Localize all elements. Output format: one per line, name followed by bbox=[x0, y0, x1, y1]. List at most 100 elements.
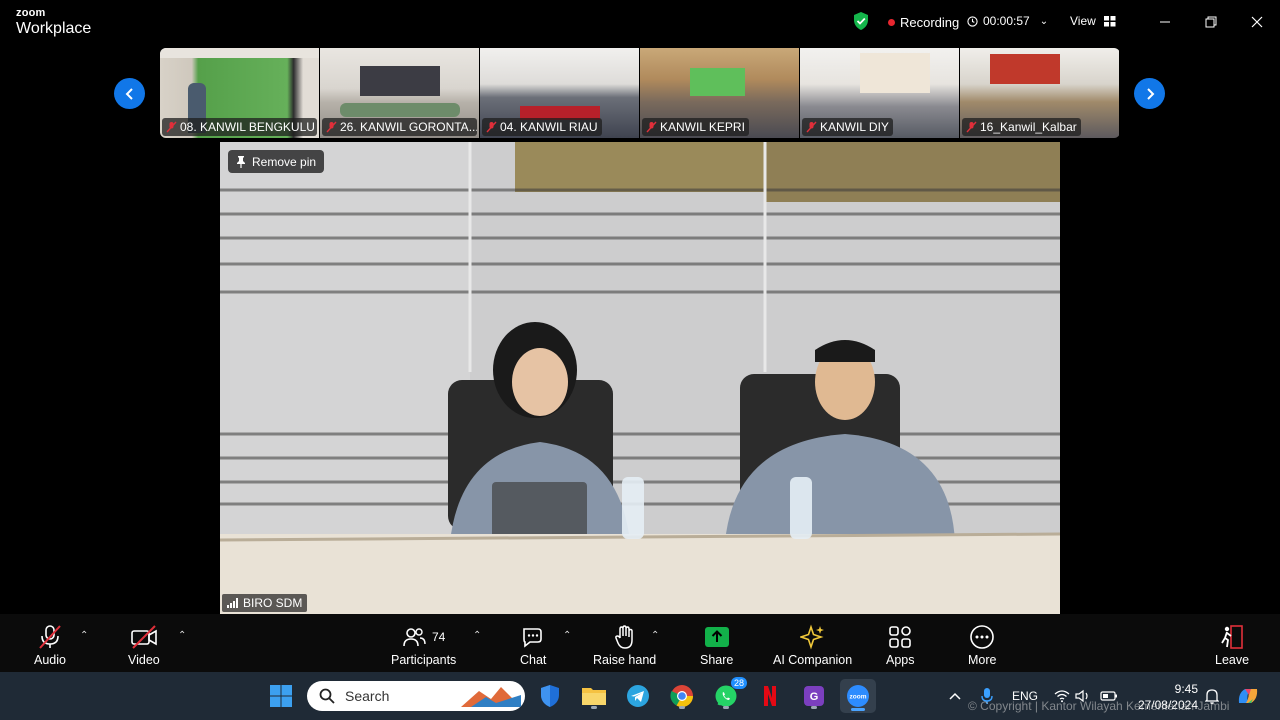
signal-strength-icon bbox=[227, 598, 238, 608]
svg-text:G: G bbox=[810, 691, 819, 703]
participant-name: KANWIL KEPRI bbox=[660, 120, 745, 134]
taskbar-search-box[interactable]: Search bbox=[307, 681, 525, 711]
svg-text:zoom: zoom bbox=[850, 694, 867, 701]
show-hidden-icons-button[interactable] bbox=[940, 681, 970, 711]
participant-label: KANWIL KEPRI bbox=[642, 118, 749, 136]
participant-name: 16_Kanwil_Kalbar bbox=[980, 120, 1077, 134]
chevron-up-icon bbox=[949, 692, 961, 700]
taskbar-netflix[interactable] bbox=[755, 681, 785, 711]
copyright-watermark: © Copyright | Kantor Wilayah Kementerian… bbox=[968, 699, 1230, 713]
more-options-icon bbox=[970, 625, 995, 649]
chevron-left-icon bbox=[125, 87, 133, 100]
more-label: More bbox=[968, 653, 997, 667]
active-indicator bbox=[851, 708, 865, 711]
taskbar-security-app[interactable] bbox=[535, 681, 565, 711]
more-button[interactable]: More bbox=[968, 624, 996, 667]
close-button[interactable] bbox=[1247, 12, 1267, 32]
raise-hand-options-chevron-icon[interactable]: ⌃ bbox=[651, 630, 659, 641]
apps-button[interactable]: Apps bbox=[886, 624, 915, 667]
speaker-video-feed bbox=[220, 142, 1060, 614]
taskbar-zoom-active[interactable]: zoom bbox=[840, 679, 876, 713]
apps-icon bbox=[889, 626, 912, 648]
mic-muted-icon bbox=[646, 121, 657, 133]
participants-options-chevron-icon[interactable]: ⌃ bbox=[473, 630, 481, 641]
raise-hand-button[interactable]: Raise hand bbox=[593, 624, 656, 667]
taskbar-pdf-app[interactable]: G bbox=[799, 681, 829, 711]
taskbar-telegram[interactable] bbox=[623, 681, 653, 711]
netflix-icon bbox=[764, 686, 776, 706]
video-options-chevron-icon[interactable]: ⌃ bbox=[178, 630, 186, 641]
running-indicator bbox=[723, 706, 729, 709]
participant-name: 04. KANWIL RIAU bbox=[500, 120, 598, 134]
recording-indicator[interactable]: Recording bbox=[888, 15, 959, 30]
timer-value: 00:00:57 bbox=[983, 14, 1030, 28]
participant-gallery: 08. KANWIL BENGKULU 26. KANWIL GORONTA..… bbox=[160, 48, 1120, 138]
remove-pin-button[interactable]: Remove pin bbox=[228, 150, 325, 173]
ai-companion-button[interactable]: AI Companion bbox=[773, 624, 852, 667]
participants-button[interactable]: 74 Participants bbox=[391, 624, 456, 667]
search-highlight-illustration bbox=[461, 687, 521, 707]
participant-tile[interactable]: 08. KANWIL BENGKULU bbox=[160, 48, 319, 138]
ai-companion-label: AI Companion bbox=[773, 653, 853, 667]
participant-label: 26. KANWIL GORONTA... bbox=[322, 118, 477, 136]
audio-options-chevron-icon[interactable]: ⌃ bbox=[80, 630, 88, 641]
participant-tile[interactable]: KANWIL DIY bbox=[800, 48, 959, 138]
chat-label: Chat bbox=[520, 653, 547, 667]
video-button[interactable]: Video bbox=[128, 624, 160, 667]
share-label: Share bbox=[700, 653, 734, 667]
taskbar-chrome[interactable] bbox=[667, 681, 697, 711]
participant-tile[interactable]: 04. KANWIL RIAU bbox=[480, 48, 639, 138]
mic-muted-icon bbox=[966, 121, 977, 133]
camera-off-icon bbox=[131, 625, 157, 649]
close-icon bbox=[1251, 16, 1263, 28]
telegram-icon bbox=[627, 685, 649, 707]
encryption-shield-icon[interactable] bbox=[851, 11, 871, 31]
chat-options-chevron-icon[interactable]: ⌃ bbox=[563, 630, 571, 641]
minimize-icon bbox=[1160, 21, 1170, 23]
raise-hand-label: Raise hand bbox=[593, 653, 657, 667]
restore-icon bbox=[1205, 16, 1217, 28]
recording-label: Recording bbox=[900, 15, 960, 30]
audio-label: Audio bbox=[34, 653, 66, 667]
share-button[interactable]: Share bbox=[700, 624, 733, 667]
microphone-muted-icon bbox=[39, 625, 61, 649]
mic-muted-icon bbox=[326, 121, 337, 133]
taskbar-file-explorer[interactable] bbox=[579, 681, 609, 711]
gallery-next-button[interactable] bbox=[1134, 78, 1165, 109]
search-placeholder: Search bbox=[345, 688, 390, 704]
meeting-timer[interactable]: 00:00:57 ⌄ bbox=[967, 14, 1048, 28]
participant-tile[interactable]: 26. KANWIL GORONTA... bbox=[320, 48, 479, 138]
clock-time: 9:45 bbox=[1174, 682, 1198, 696]
gallery-prev-button[interactable] bbox=[114, 78, 145, 109]
search-icon bbox=[319, 688, 335, 704]
restore-button[interactable] bbox=[1201, 12, 1221, 32]
sparkle-icon bbox=[799, 624, 824, 650]
mic-muted-icon bbox=[166, 121, 177, 133]
mic-muted-icon bbox=[486, 121, 497, 133]
taskbar-whatsapp[interactable]: 28 bbox=[711, 677, 747, 711]
chrome-icon bbox=[670, 685, 693, 707]
participant-tile[interactable]: KANWIL KEPRI bbox=[640, 48, 799, 138]
start-button[interactable] bbox=[266, 681, 296, 711]
participant-label: 16_Kanwil_Kalbar bbox=[962, 118, 1081, 136]
active-speaker-video[interactable]: Remove pin BIRO SDM bbox=[220, 142, 1060, 614]
view-button[interactable]: View bbox=[1070, 14, 1116, 28]
participant-tile[interactable]: 16_Kanwil_Kalbar bbox=[960, 48, 1119, 138]
pdf-app-icon: G bbox=[804, 686, 824, 706]
participant-label: KANWIL DIY bbox=[802, 118, 893, 136]
audio-button[interactable]: Audio bbox=[34, 624, 66, 667]
clock-icon bbox=[967, 15, 978, 27]
running-indicator bbox=[811, 706, 817, 709]
minimize-button[interactable] bbox=[1155, 12, 1175, 32]
leave-button[interactable]: Leave bbox=[1215, 624, 1249, 667]
raise-hand-icon bbox=[614, 625, 633, 649]
chat-button[interactable]: Chat bbox=[520, 624, 546, 667]
remove-pin-label: Remove pin bbox=[252, 154, 317, 169]
whatsapp-unread-badge: 28 bbox=[730, 677, 747, 689]
participant-label: 08. KANWIL BENGKULU bbox=[162, 118, 317, 136]
running-indicator bbox=[591, 706, 597, 709]
windows-logo-icon bbox=[270, 685, 292, 707]
copilot-button[interactable] bbox=[1233, 681, 1263, 711]
participant-name: 08. KANWIL BENGKULU bbox=[180, 120, 315, 134]
leave-door-icon bbox=[1221, 625, 1243, 649]
